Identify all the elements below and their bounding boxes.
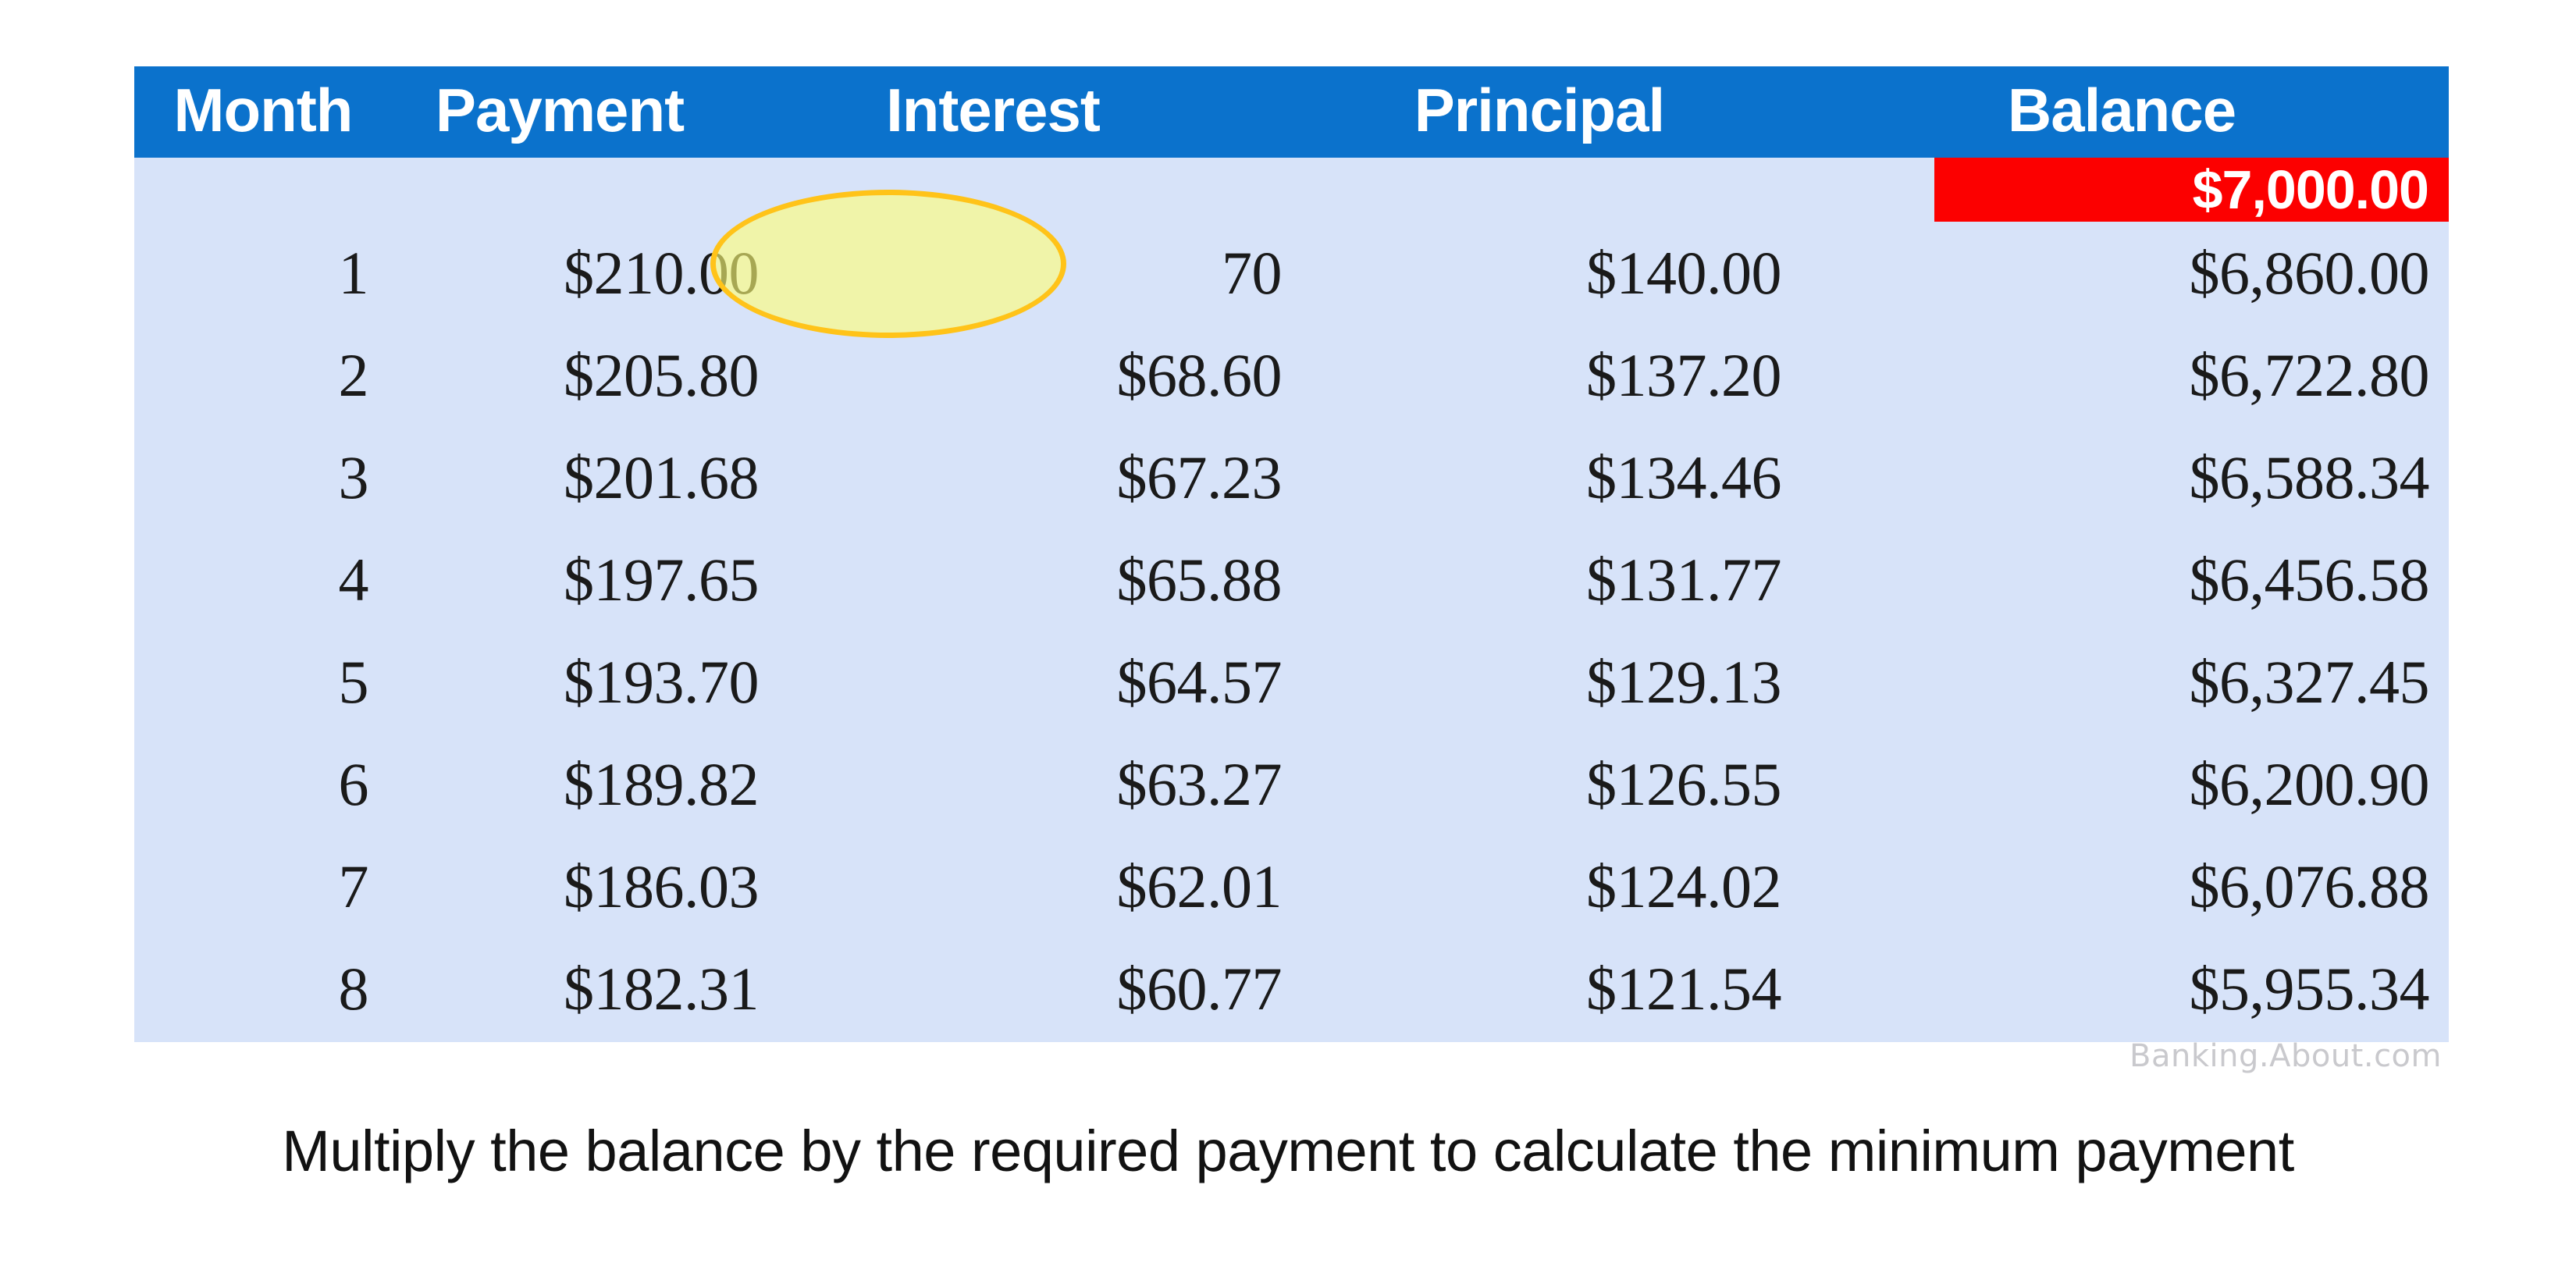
cell-balance: $6,456.58 xyxy=(2189,546,2430,614)
cell-principal: $134.46 xyxy=(1586,443,1782,511)
cell-interest: $65.88 xyxy=(1116,546,1283,614)
amortization-table: Month Payment Interest Principal Balance… xyxy=(134,66,2449,1042)
column-header-balance: Balance xyxy=(2007,76,2236,144)
cell-principal: $137.20 xyxy=(1586,341,1782,409)
cell-payment: $186.03 xyxy=(564,852,760,920)
cell-interest: $64.57 xyxy=(1116,648,1283,716)
column-header-principal: Principal xyxy=(1414,76,1665,144)
table-row: 5 $193.70 $64.57 $129.13 $6,327.45 xyxy=(134,631,2449,733)
cell-month: 3 xyxy=(338,443,369,511)
cell-balance: $5,955.34 xyxy=(2189,955,2430,1023)
cell-month: 6 xyxy=(338,750,369,818)
cell-payment: $210.00 xyxy=(564,239,760,307)
cell-interest: 70 xyxy=(1222,239,1283,307)
table-row: 6 $189.82 $63.27 $126.55 $6,200.90 xyxy=(134,733,2449,835)
cell-balance: $6,200.90 xyxy=(2189,750,2430,818)
table-row: 1 $210.00 70 $140.00 $6,860.00 xyxy=(134,222,2449,324)
cell-principal: $140.00 xyxy=(1586,239,1782,307)
cell-balance: $6,860.00 xyxy=(2189,239,2430,307)
column-header-interest: Interest xyxy=(886,76,1101,144)
table-row: 4 $197.65 $65.88 $131.77 $6,456.58 xyxy=(134,528,2449,631)
cell-interest: $63.27 xyxy=(1116,750,1283,818)
table-row: 8 $182.31 $60.77 $121.54 $5,955.34 xyxy=(134,938,2449,1040)
caption-text: Multiply the balance by the required pay… xyxy=(282,1119,2294,1183)
cell-payment: $201.68 xyxy=(564,443,760,511)
table-row: 2 $205.80 $68.60 $137.20 $6,722.80 xyxy=(134,324,2449,426)
cell-principal: $129.13 xyxy=(1586,648,1782,716)
cell-interest: $60.77 xyxy=(1116,955,1283,1023)
cell-principal: $124.02 xyxy=(1586,852,1782,920)
table-header-row: Month Payment Interest Principal Balance xyxy=(134,66,2449,158)
cell-principal: $126.55 xyxy=(1586,750,1782,818)
cell-payment: $197.65 xyxy=(564,546,760,614)
cell-month: 7 xyxy=(338,852,369,920)
table-body: 1 $210.00 70 $140.00 $6,860.00 2 $205.80… xyxy=(134,222,2449,1040)
cell-month: 1 xyxy=(338,239,369,307)
cell-month: 5 xyxy=(338,648,369,716)
opening-balance-value: $7,000.00 xyxy=(2192,159,2429,220)
table-row: 7 $186.03 $62.01 $124.02 $6,076.88 xyxy=(134,835,2449,938)
watermark-text: Banking.About.com xyxy=(2129,1038,2442,1074)
cell-month: 8 xyxy=(338,955,369,1023)
cell-payment: $205.80 xyxy=(564,341,760,409)
cell-balance: $6,722.80 xyxy=(2189,341,2430,409)
cell-payment: $189.82 xyxy=(564,750,760,818)
cell-month: 4 xyxy=(338,546,369,614)
cell-interest: $62.01 xyxy=(1116,852,1283,920)
cell-principal: $131.77 xyxy=(1586,546,1782,614)
cell-interest: $67.23 xyxy=(1116,443,1283,511)
cell-payment: $182.31 xyxy=(564,955,760,1023)
cell-balance: $6,327.45 xyxy=(2189,648,2430,716)
cell-month: 2 xyxy=(338,341,369,409)
table-row: 3 $201.68 $67.23 $134.46 $6,588.34 xyxy=(134,426,2449,528)
column-header-month: Month xyxy=(173,76,354,144)
cell-balance: $6,588.34 xyxy=(2189,443,2430,511)
cell-balance: $6,076.88 xyxy=(2189,852,2430,920)
column-header-payment: Payment xyxy=(435,76,685,144)
cell-principal: $121.54 xyxy=(1586,955,1782,1023)
cell-payment: $193.70 xyxy=(564,648,760,716)
opening-balance-cell: $7,000.00 xyxy=(1934,158,2449,222)
cell-interest: $68.60 xyxy=(1116,341,1283,409)
